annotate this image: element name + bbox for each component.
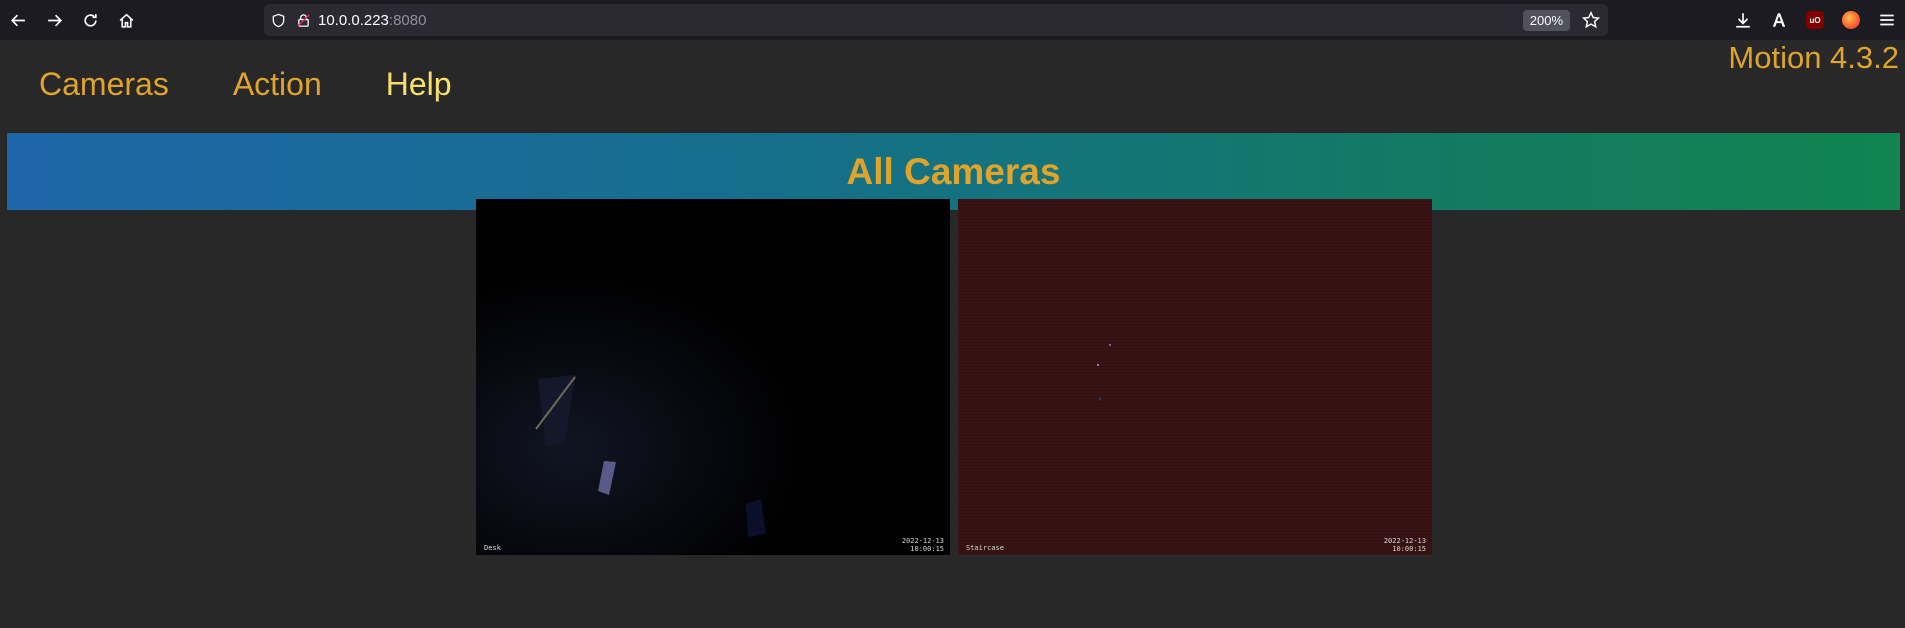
ublock-origin-icon[interactable]: uO xyxy=(1797,0,1833,40)
page-banner: All Cameras xyxy=(7,133,1900,210)
camera-image xyxy=(476,199,950,555)
url-port: :8080 xyxy=(388,11,427,29)
toolbar-right: uO xyxy=(1725,0,1905,40)
camera-feed-desk[interactable]: Desk 2022-12-13 10:00:15 xyxy=(476,199,950,555)
url-host: 10.0.0.223 xyxy=(318,11,389,29)
main-menu: Cameras Action Help xyxy=(39,66,516,103)
camera-time: 10:00:15 xyxy=(1392,545,1426,553)
back-arrow-icon[interactable] xyxy=(0,0,36,40)
hamburger-menu-icon[interactable] xyxy=(1869,0,1905,40)
camera-image xyxy=(958,199,1432,555)
motion-page: Motion 4.3.2 Cameras Action Help All Cam… xyxy=(0,40,1905,628)
home-icon[interactable] xyxy=(108,0,144,40)
bookmark-star-icon[interactable] xyxy=(1581,10,1601,29)
menu-item-cameras[interactable]: Cameras xyxy=(39,66,169,103)
firefox-account-icon[interactable] xyxy=(1833,0,1869,40)
url-bar[interactable]: 10.0.0.223:8080 200% xyxy=(264,4,1608,36)
tracking-shield-icon[interactable] xyxy=(264,4,292,36)
url-text[interactable]: 10.0.0.223:8080 xyxy=(318,12,426,29)
page-title: All Cameras xyxy=(846,150,1061,192)
camera-timestamp: 2022-12-13 10:00:15 xyxy=(1384,537,1426,553)
zoom-level-badge[interactable]: 200% xyxy=(1522,10,1570,31)
camera-date: 2022-12-13 xyxy=(1383,537,1426,545)
font-a-icon[interactable] xyxy=(1761,0,1797,40)
camera-feed-staircase[interactable]: Staircase 2022-12-13 10:00:15 xyxy=(958,199,1432,555)
download-icon[interactable] xyxy=(1725,0,1761,40)
menu-item-help[interactable]: Help xyxy=(386,66,452,103)
camera-timestamp: 2022-12-13 10:00:15 xyxy=(902,537,944,553)
camera-label: Desk xyxy=(484,544,501,552)
camera-time: 10:00:15 xyxy=(910,545,944,553)
camera-label: Staircase xyxy=(966,544,1004,552)
version-label: Motion 4.3.2 xyxy=(1728,40,1899,75)
reload-icon[interactable] xyxy=(72,0,108,40)
insecure-lock-icon[interactable] xyxy=(292,4,314,36)
menu-item-action[interactable]: Action xyxy=(233,66,322,103)
browser-toolbar: 10.0.0.223:8080 200% uO xyxy=(0,0,1905,40)
forward-arrow-icon[interactable] xyxy=(36,0,72,40)
camera-date: 2022-12-13 xyxy=(901,537,944,545)
